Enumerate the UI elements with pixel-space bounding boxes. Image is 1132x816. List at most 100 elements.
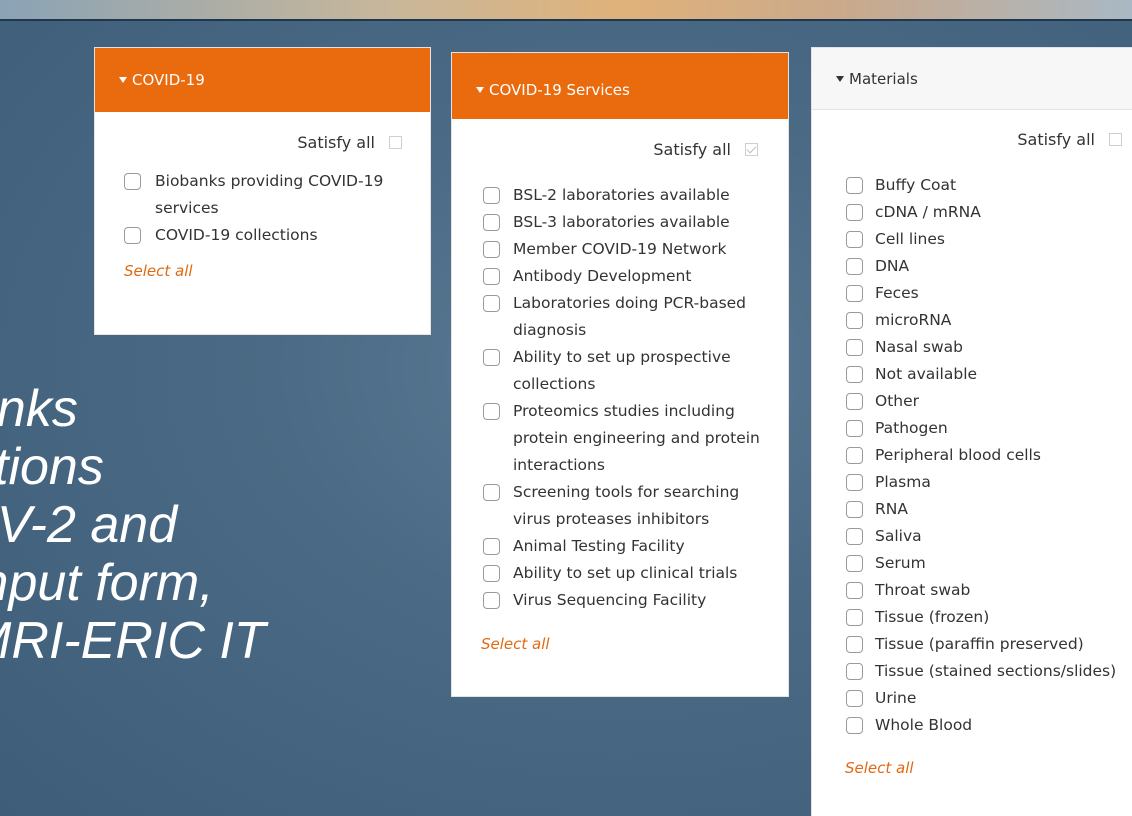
option-label: DNA	[875, 257, 910, 275]
satisfy-all-label: Satisfy all	[1017, 129, 1095, 149]
option-item[interactable]: Tissue (paraffin preserved)	[812, 631, 1132, 658]
option-checkbox[interactable]	[846, 312, 863, 329]
option-checkbox[interactable]	[483, 241, 500, 258]
panel-title: COVID-19	[132, 71, 205, 89]
option-checkbox[interactable]	[483, 538, 500, 555]
satisfy-all-checkbox[interactable]	[745, 142, 758, 156]
caret-down-icon	[119, 77, 127, 83]
option-item[interactable]: Throat swab	[812, 577, 1132, 604]
option-checkbox[interactable]	[483, 484, 500, 501]
option-checkbox[interactable]	[483, 403, 500, 420]
caret-down-icon	[836, 75, 844, 82]
option-label: COVID-19 collections	[155, 226, 318, 244]
select-all-link[interactable]: Select all	[95, 262, 430, 280]
option-checkbox[interactable]	[846, 717, 863, 734]
option-item[interactable]: Tissue (frozen)	[812, 604, 1132, 631]
option-item[interactable]: cDNA / mRNA	[812, 199, 1132, 226]
option-label: Other	[875, 392, 920, 410]
option-checkbox[interactable]	[846, 609, 863, 626]
option-checkbox[interactable]	[846, 501, 863, 518]
option-checkbox[interactable]	[846, 393, 863, 410]
satisfy-all-checkbox[interactable]	[389, 135, 402, 149]
option-label: Not available	[875, 365, 978, 383]
option-checkbox[interactable]	[846, 690, 863, 707]
option-checkbox[interactable]	[846, 474, 863, 491]
top-banner-strip	[0, 0, 1132, 21]
satisfy-all-row: Satisfy all	[95, 131, 430, 153]
option-label: Whole Blood	[875, 716, 973, 734]
option-label: Urine	[875, 689, 917, 707]
option-checkbox[interactable]	[846, 204, 863, 221]
option-checkbox[interactable]	[483, 349, 500, 366]
option-item[interactable]: DNA	[812, 253, 1132, 280]
option-checkbox[interactable]	[846, 582, 863, 599]
option-item[interactable]: RNA	[812, 496, 1132, 523]
option-checkbox[interactable]	[846, 420, 863, 437]
option-checkbox[interactable]	[846, 528, 863, 545]
option-item[interactable]: Cell lines	[812, 226, 1132, 253]
option-item[interactable]: Feces	[812, 280, 1132, 307]
option-checkbox[interactable]	[483, 295, 500, 312]
option-item[interactable]: Member COVID-19 Network	[452, 236, 762, 263]
option-checkbox[interactable]	[483, 565, 500, 582]
option-checkbox[interactable]	[846, 285, 863, 302]
satisfy-all-label: Satisfy all	[297, 132, 375, 152]
option-label: Proteomics studies including protein eng…	[513, 402, 760, 474]
covid19-panel-header[interactable]: COVID-19	[95, 48, 430, 112]
option-checkbox[interactable]	[846, 258, 863, 275]
services-panel-header[interactable]: COVID-19 Services	[452, 53, 788, 119]
option-item[interactable]: BSL-3 laboratories available	[452, 209, 762, 236]
materials-filter-panel: Materials Satisfy all Buffy Coat cDNA / m…	[811, 47, 1132, 816]
option-item[interactable]: Screening tools for searching virus prot…	[452, 479, 762, 533]
select-all-link[interactable]: Select all	[812, 759, 1132, 777]
option-item[interactable]: Biobanks providing COVID-19 services	[95, 168, 395, 222]
option-checkbox[interactable]	[483, 592, 500, 609]
option-item[interactable]: Other	[812, 388, 1132, 415]
option-item[interactable]: COVID-19 collections	[95, 222, 395, 249]
option-item[interactable]: microRNA	[812, 307, 1132, 334]
option-item[interactable]: Animal Testing Facility	[452, 533, 762, 560]
option-item[interactable]: Peripheral blood cells	[812, 442, 1132, 469]
option-item[interactable]: Ability to set up clinical trials	[452, 560, 762, 587]
slide-text-line: input form,	[0, 554, 214, 612]
option-item[interactable]: BSL-2 laboratories available	[452, 182, 762, 209]
option-item[interactable]: Saliva	[812, 523, 1132, 550]
option-item[interactable]: Proteomics studies including protein eng…	[452, 398, 762, 479]
option-item[interactable]: Buffy Coat	[812, 172, 1132, 199]
option-label: Virus Sequencing Facility	[513, 591, 707, 609]
option-checkbox[interactable]	[124, 173, 141, 190]
option-item[interactable]: Laboratories doing PCR-based diagnosis	[452, 290, 762, 344]
option-item[interactable]: Urine	[812, 685, 1132, 712]
covid19-options-list: Biobanks providing COVID-19 services COVI…	[95, 168, 395, 249]
option-label: Saliva	[875, 527, 922, 545]
option-item[interactable]: Ability to set up prospective collection…	[452, 344, 762, 398]
option-checkbox[interactable]	[846, 231, 863, 248]
materials-panel-header[interactable]: Materials	[812, 48, 1132, 110]
option-item[interactable]: Plasma	[812, 469, 1132, 496]
option-item[interactable]: Tissue (stained sections/slides)	[812, 658, 1132, 685]
option-checkbox[interactable]	[483, 268, 500, 285]
option-checkbox[interactable]	[846, 555, 863, 572]
option-checkbox[interactable]	[846, 177, 863, 194]
option-item[interactable]: Pathogen	[812, 415, 1132, 442]
option-checkbox[interactable]	[483, 187, 500, 204]
option-item[interactable]: Virus Sequencing Facility	[452, 587, 762, 614]
option-item[interactable]: Nasal swab	[812, 334, 1132, 361]
option-checkbox[interactable]	[483, 214, 500, 231]
option-checkbox[interactable]	[846, 366, 863, 383]
option-item[interactable]: Antibody Development	[452, 263, 762, 290]
option-label: Throat swab	[875, 581, 971, 599]
option-checkbox[interactable]	[846, 636, 863, 653]
option-checkbox[interactable]	[846, 447, 863, 464]
option-item[interactable]: Whole Blood	[812, 712, 1132, 739]
option-label: Biobanks providing COVID-19 services	[155, 172, 384, 217]
select-all-link[interactable]: Select all	[452, 635, 788, 653]
option-label: Pathogen	[875, 419, 948, 437]
option-item[interactable]: Serum	[812, 550, 1132, 577]
option-checkbox[interactable]	[846, 663, 863, 680]
option-checkbox[interactable]	[124, 227, 141, 244]
option-checkbox[interactable]	[846, 339, 863, 356]
satisfy-all-checkbox[interactable]	[1109, 132, 1122, 146]
option-label: Peripheral blood cells	[875, 446, 1041, 464]
option-item[interactable]: Not available	[812, 361, 1132, 388]
